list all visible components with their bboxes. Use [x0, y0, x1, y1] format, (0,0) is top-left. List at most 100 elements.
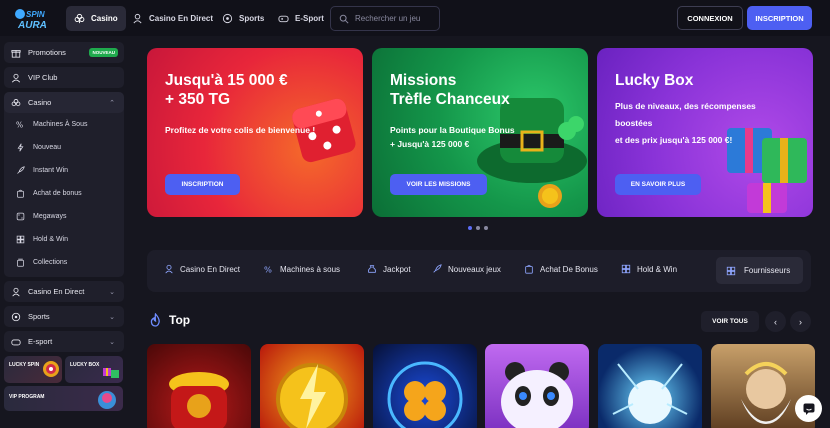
dealer-icon [12, 287, 20, 296]
game-tile[interactable] [485, 344, 589, 428]
category-live-casino[interactable]: Casino En Direct [164, 264, 240, 274]
banner-missions-button[interactable]: VOIR LES MISSIONS [390, 174, 487, 195]
gift-icon [11, 49, 21, 58]
sidebar-subitem-slots[interactable]: % Machines À Sous [4, 113, 124, 136]
tab-live-casino[interactable]: Casino En Direct [124, 6, 221, 31]
sidebar-item-casino[interactable]: Casino ⌃ [4, 92, 124, 113]
banner-subtitle: et des prix jusqu'à 125 000 €! [615, 135, 733, 145]
sidebar: Promotions NOUVEAU VIP Club Casino ⌃ % M… [4, 42, 124, 411]
collection-icon [17, 258, 24, 267]
sidebar-item-label: Sports [28, 312, 50, 321]
promo-cards: LUCKY SPIN LUCKY BOX [4, 356, 124, 383]
providers-button[interactable]: Fournisseurs [716, 257, 803, 284]
cart-icon [525, 264, 533, 274]
register-button[interactable]: INSCRIPTION [747, 6, 812, 30]
sidebar-subitem-instant-win[interactable]: Instant Win [4, 159, 124, 182]
lucky-spin-card[interactable]: LUCKY SPIN [4, 356, 62, 383]
sidebar-item-esport[interactable]: E-sport ⌄ [4, 331, 124, 352]
sidebar-subitem-megaways[interactable]: Megaways [4, 205, 124, 228]
svg-text:SPIN: SPIN [26, 10, 45, 19]
tab-esport[interactable]: E-Sport [270, 6, 332, 31]
svg-text:AURA: AURA [17, 20, 47, 31]
sidebar-subitem-label: Nouveau [33, 144, 62, 151]
carousel-dot[interactable] [476, 226, 480, 230]
lightning-icon [612, 363, 688, 424]
banner-title: Lucky Box [615, 72, 694, 89]
game-tile[interactable] [147, 344, 251, 428]
svg-text:%: % [264, 264, 272, 274]
tab-sports[interactable]: Sports [214, 6, 272, 31]
banner-title: Jusqu'à 15 000 € + 350 TG [165, 72, 288, 108]
chat-button[interactable] [795, 395, 822, 422]
grid-icon [726, 266, 736, 275]
promo-banner-missions[interactable]: Missions Trèfle Chanceux Points pour la … [372, 48, 588, 217]
see-all-button[interactable]: VOIR TOUS [701, 311, 759, 332]
sidebar-item-sports[interactable]: Sports ⌄ [4, 306, 124, 327]
dice-icon [16, 212, 25, 221]
category-new-games[interactable]: Nouveaux jeux [432, 264, 501, 274]
chevron-down-icon: ⌄ [109, 313, 115, 321]
game-tile[interactable] [598, 344, 702, 428]
tab-label: Casino [91, 14, 118, 23]
tab-label: Casino En Direct [149, 14, 214, 23]
search-placeholder: Rechercher un jeu [355, 14, 421, 23]
sidebar-item-label: VIP Club [28, 73, 58, 82]
search-input[interactable]: Rechercher un jeu [330, 6, 440, 31]
vip-program-card[interactable]: VIP PROGRAM [4, 386, 123, 411]
banner-subtitle: Points pour la Boutique Bonus [390, 125, 515, 135]
promo-card-label: VIP PROGRAM [9, 394, 45, 400]
slot-machine-icon: % [16, 121, 23, 130]
dealer-icon [133, 13, 142, 24]
rocket-icon [17, 166, 25, 174]
banner-subtitle: boostées [615, 118, 653, 128]
game-tile[interactable] [260, 344, 364, 428]
sidebar-subitem-bonus-buy[interactable]: Achat de bonus [4, 182, 124, 205]
ball-icon [11, 312, 21, 321]
tab-casino[interactable]: Casino [66, 6, 126, 31]
carousel-dot[interactable] [468, 226, 472, 230]
sidebar-item-live-casino[interactable]: Casino En Direct ⌄ [4, 281, 124, 302]
sidebar-item-vip[interactable]: VIP Club [4, 67, 124, 88]
category-label: Nouveaux jeux [448, 264, 501, 274]
chevron-left-icon: ‹ [774, 316, 777, 327]
next-button[interactable]: › [790, 311, 811, 332]
flame-icon [150, 313, 160, 327]
user-icon [11, 73, 21, 82]
tab-label: Sports [239, 14, 265, 23]
promo-card-label: LUCKY SPIN [9, 362, 40, 368]
sidebar-subitem-hold-win[interactable]: Hold & Win [4, 228, 124, 251]
sidebar-subitem-collections[interactable]: Collections [4, 251, 124, 274]
new-badge: NOUVEAU [89, 48, 118, 57]
chevron-down-icon: ⌄ [109, 338, 115, 346]
banner-learn-more-button[interactable]: EN SAVOIR PLUS [615, 174, 701, 195]
sidebar-subitem-label: Achat de bonus [33, 190, 82, 197]
category-label: Casino En Direct [180, 264, 241, 274]
category-slots[interactable]: % Machines à sous [264, 264, 340, 274]
sidebar-subitem-label: Machines À Sous [33, 121, 88, 128]
category-jackpot[interactable]: Jackpot [367, 264, 411, 274]
login-button[interactable]: CONNEXION [677, 6, 743, 30]
promo-banner-welcome[interactable]: Jusqu'à 15 000 € + 350 TG Profitez de vo… [147, 48, 363, 217]
vip-gem-icon [98, 391, 116, 409]
tab-label: E-Sport [295, 14, 324, 23]
grid-icon [621, 264, 631, 274]
chat-icon [803, 403, 814, 415]
banner-register-button[interactable]: INSCRIPTION [165, 174, 240, 195]
carousel-dot[interactable] [484, 226, 488, 230]
sidebar-subitem-new[interactable]: Nouveau [4, 136, 124, 159]
providers-label: Fournisseurs [744, 266, 791, 275]
grid-icon [16, 235, 25, 244]
banner-title: Missions Trèfle Chanceux [390, 72, 510, 108]
site-logo[interactable]: SPIN AURA [12, 6, 58, 32]
category-bonus-buy[interactable]: Achat De Bonus [524, 264, 598, 274]
category-hold-win[interactable]: Hold & Win [621, 264, 677, 274]
promo-banner-lucky-box[interactable]: Lucky Box Plus de niveaux, des récompens… [597, 48, 813, 217]
sidebar-item-promotions[interactable]: Promotions NOUVEAU [4, 42, 124, 63]
lucky-box-card[interactable]: LUCKY BOX [65, 356, 123, 383]
banner-subtitle: Profitez de votre colis de bienvenue ! [165, 125, 316, 135]
sidebar-item-label: Casino [28, 98, 52, 107]
previous-button[interactable]: ‹ [765, 311, 786, 332]
sidebar-item-label: Promotions [28, 48, 66, 57]
sidebar-item-label: E-sport [28, 337, 53, 346]
game-tile[interactable] [373, 344, 477, 428]
